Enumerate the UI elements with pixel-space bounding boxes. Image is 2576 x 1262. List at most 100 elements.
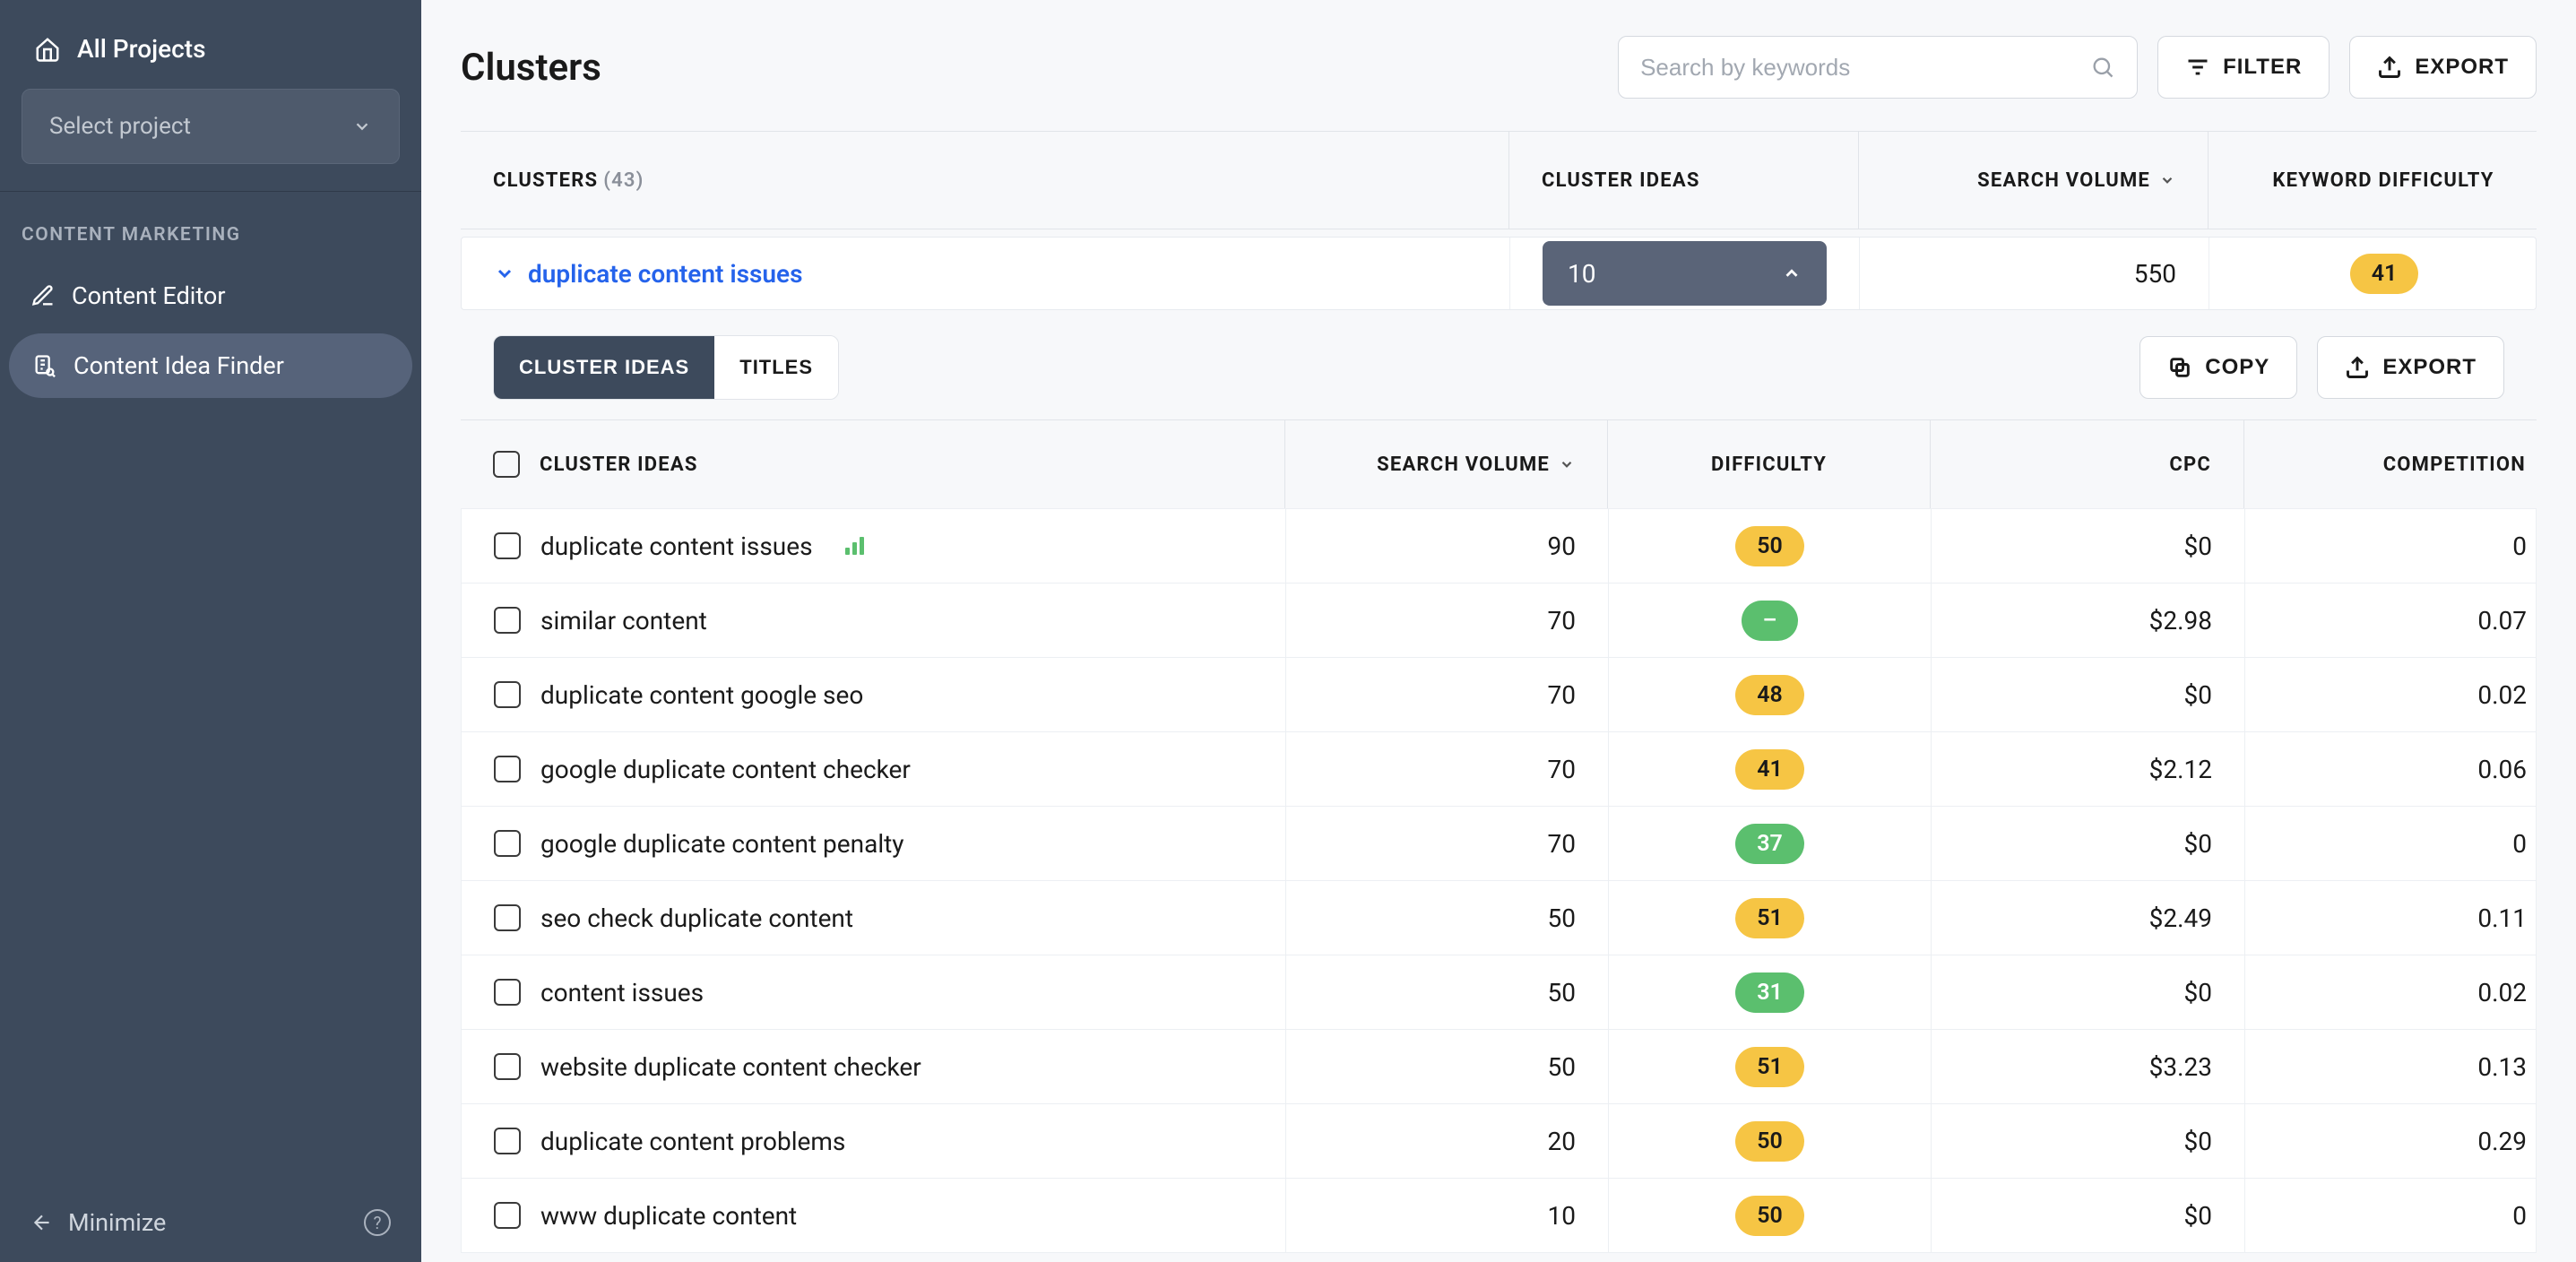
minimize-button[interactable]: Minimize [30,1208,166,1237]
idea-comp: 0.02 [2245,955,2559,1029]
idea-name-cell: duplicate content google seo [462,658,1286,731]
export-label: EXPORT [2382,355,2477,380]
idea-diff: 50 [1609,509,1932,583]
cluster-row: duplicate content issues 10 550 41 [461,237,2537,310]
idea-name-cell: seo check duplicate content [462,881,1286,955]
row-checkbox[interactable] [494,681,521,708]
export-button[interactable]: EXPORT [2349,36,2537,99]
col-cluster-ideas: CLUSTER IDEAS [1509,132,1859,229]
tab-cluster-ideas[interactable]: CLUSTER IDEAS [494,336,714,399]
idea-diff: 51 [1609,881,1932,955]
idea-rows: duplicate content issues9050$00similar c… [461,508,2537,1253]
col-search-volume[interactable]: SEARCH VOLUME [1859,132,2209,229]
idea-cpc: $2.49 [1932,881,2245,955]
idea-diff: 51 [1609,1030,1932,1103]
nav-content-editor[interactable]: Content Editor [0,264,421,328]
search-input[interactable] [1640,54,2090,82]
idea-name: www duplicate content [540,1201,797,1231]
idea-sv: 70 [1286,807,1609,880]
col-difficulty[interactable]: DIFFICULTY [1608,420,1931,508]
idea-cpc: $2.98 [1932,583,2245,657]
nav-label: Content Idea Finder [73,351,284,380]
export-label: EXPORT [2415,55,2509,80]
difficulty-badge: 41 [1735,749,1804,790]
row-checkbox[interactable] [494,607,521,634]
idea-name: google duplicate content checker [540,755,911,784]
select-all-checkbox[interactable] [493,451,520,478]
filter-icon [2185,55,2210,80]
idea-diff: – [1609,583,1932,657]
section-label: CONTENT MARKETING [0,224,421,246]
chevron-down-icon [2159,172,2175,188]
idea-comp: 0.06 [2245,732,2559,806]
filter-button[interactable]: FILTER [2157,36,2330,99]
idea-cpc: $0 [1932,1104,2245,1178]
idea-name-cell: google duplicate content checker [462,732,1286,806]
help-button[interactable]: ? [364,1209,391,1236]
idea-cpc: $0 [1932,658,2245,731]
col-ideas: CLUSTER IDEAS [461,420,1285,508]
ideas-count: 10 [1568,259,1595,289]
idea-sv: 50 [1286,1030,1609,1103]
cluster-name-cell[interactable]: duplicate content issues [462,238,1510,309]
col-competition[interactable]: COMPETITION [2244,420,2558,508]
idea-sv: 70 [1286,658,1609,731]
idea-sv: 20 [1286,1104,1609,1178]
ideas-dropdown[interactable]: 10 [1543,241,1827,306]
idea-row: content issues5031$00.02 [461,955,2537,1030]
tab-group: CLUSTER IDEAS TITLES [493,335,839,400]
search-box[interactable] [1618,36,2138,99]
tab-titles[interactable]: TITLES [714,336,838,399]
idea-sv: 70 [1286,583,1609,657]
idea-cpc: $0 [1932,509,2245,583]
idea-sv: 50 [1286,881,1609,955]
col-search-volume[interactable]: SEARCH VOLUME [1285,420,1608,508]
export-button-2[interactable]: EXPORT [2317,336,2504,399]
idea-sv: 50 [1286,955,1609,1029]
cluster-sv-cell: 550 [1860,238,2209,309]
cluster-kd-cell: 41 [2209,238,2559,309]
difficulty-badge: 51 [1735,898,1804,938]
idea-cpc: $0 [1932,807,2245,880]
difficulty-badge: 31 [1735,972,1804,1013]
idea-table-header: CLUSTER IDEAS SEARCH VOLUME DIFFICULTY C… [461,419,2537,509]
idea-name-cell: duplicate content issues [462,509,1286,583]
idea-name-cell: similar content [462,583,1286,657]
all-projects-link[interactable]: All Projects [22,25,400,73]
row-checkbox[interactable] [494,979,521,1006]
col-cpc[interactable]: CPC [1931,420,2244,508]
idea-sv: 70 [1286,732,1609,806]
idea-comp: 0.07 [2245,583,2559,657]
idea-comp: 0.02 [2245,658,2559,731]
project-select[interactable]: Select project [22,89,400,164]
row-checkbox[interactable] [494,1128,521,1154]
idea-diff: 31 [1609,955,1932,1029]
chevron-down-icon [1559,456,1575,472]
row-checkbox[interactable] [494,756,521,782]
idea-cpc: $3.23 [1932,1030,2245,1103]
col-keyword-difficulty[interactable]: KEYWORD DIFFICULTY [2209,132,2558,229]
idea-comp: 0 [2245,807,2559,880]
row-checkbox[interactable] [494,904,521,931]
difficulty-badge: – [1742,601,1799,641]
idea-cpc: $2.12 [1932,732,2245,806]
copy-icon [2167,355,2192,380]
row-checkbox[interactable] [494,1053,521,1080]
row-checkbox[interactable] [494,532,521,559]
idea-finder-icon [32,353,57,378]
editor-icon [30,283,56,308]
idea-comp: 0 [2245,509,2559,583]
idea-name-cell: duplicate content problems [462,1104,1286,1178]
difficulty-badge: 48 [1735,675,1804,715]
trend-icon [845,537,864,555]
row-checkbox[interactable] [494,830,521,857]
nav-content-idea-finder[interactable]: Content Idea Finder [9,333,412,398]
idea-name-cell: google duplicate content penalty [462,807,1286,880]
all-projects-label: All Projects [77,34,205,64]
home-icon [34,36,61,63]
idea-name: similar content [540,606,707,635]
copy-label: COPY [2205,355,2269,380]
row-checkbox[interactable] [494,1202,521,1229]
copy-button[interactable]: COPY [2139,336,2297,399]
idea-row: google duplicate content penalty7037$00 [461,806,2537,881]
